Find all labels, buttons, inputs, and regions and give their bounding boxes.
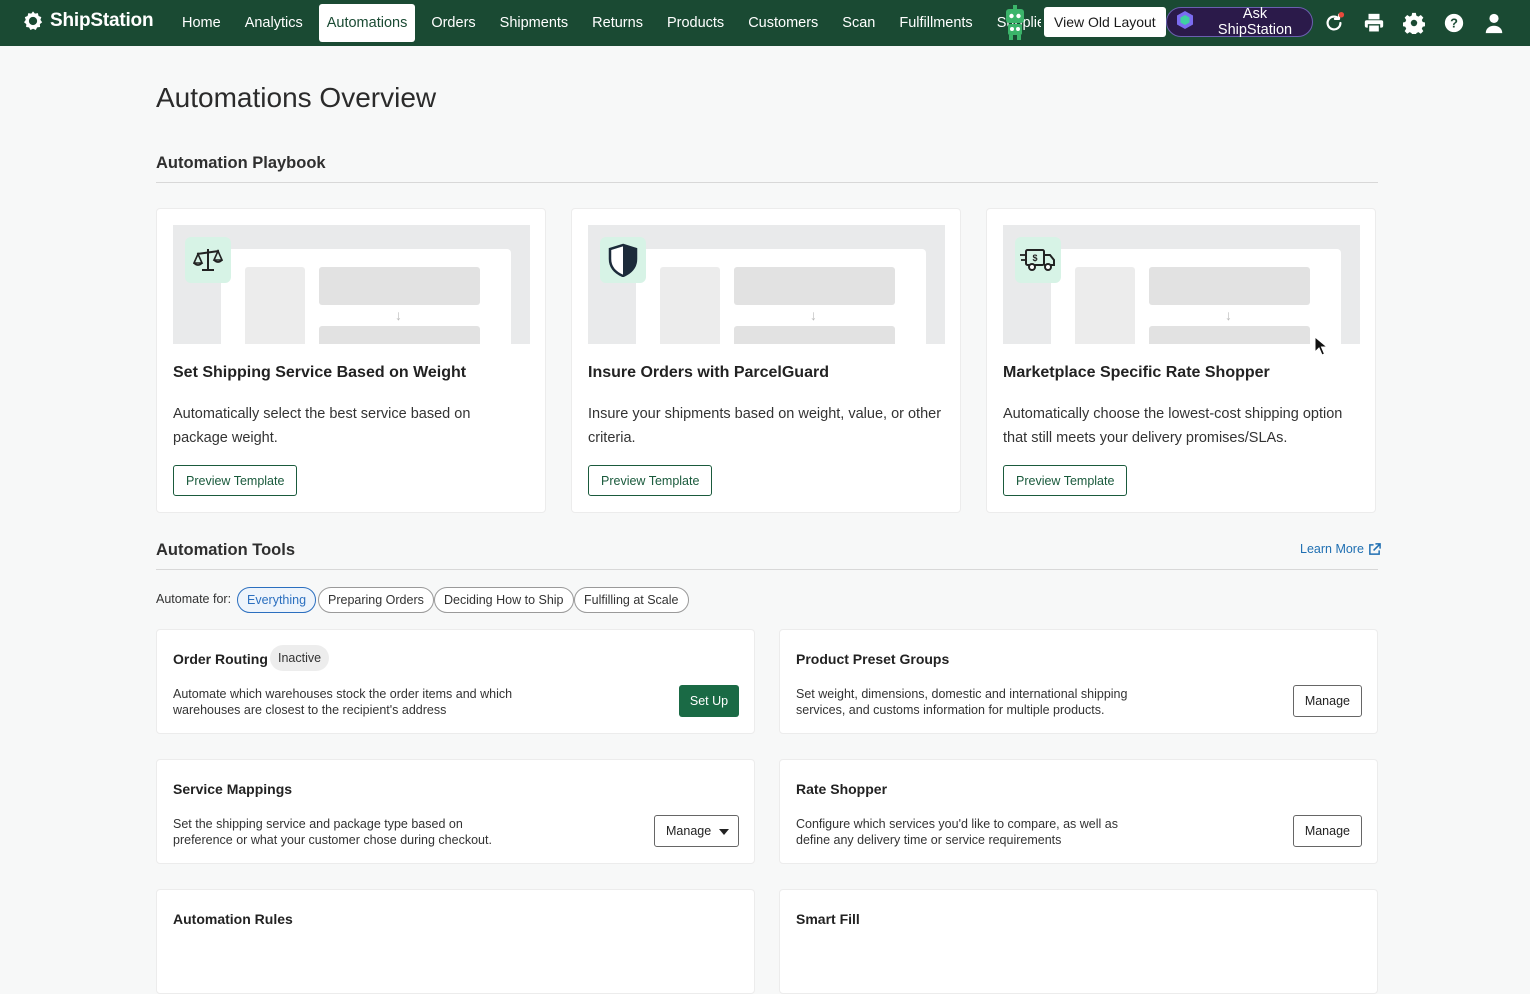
playbook-card-parcelguard: ↓ Insure Orders with ParcelGuard Insure … — [571, 208, 961, 513]
gear-icon[interactable] — [1402, 11, 1426, 35]
nav-customers[interactable]: Customers — [740, 4, 826, 42]
tool-card-description: Automate which warehouses stock the orde… — [173, 687, 513, 717]
nav-home[interactable]: Home — [174, 4, 229, 42]
manage-dropdown-button[interactable]: Manage — [654, 815, 739, 847]
tool-card-service-mappings: Service Mappings Set the shipping servic… — [156, 759, 755, 864]
learn-more-label: Learn More — [1300, 542, 1364, 556]
tool-card-automation-rules: Automation Rules — [156, 889, 755, 994]
nav-scan[interactable]: Scan — [834, 4, 883, 42]
ask-shipstation-label: Ask ShipStation — [1217, 6, 1293, 38]
template-illustration: ↓ — [588, 225, 945, 344]
tool-card-description: Set the shipping service and package typ… — [173, 817, 492, 847]
ask-shipstation-button[interactable]: Ask ShipStation — [1166, 6, 1313, 38]
preview-template-button[interactable]: Preview Template — [588, 465, 713, 496]
nav-products[interactable]: Products — [659, 4, 732, 42]
nav-automations[interactable]: Automations — [318, 4, 416, 42]
status-badge: Inactive — [270, 645, 330, 671]
manage-button[interactable]: Manage — [1292, 685, 1362, 717]
tools-divider — [156, 569, 1378, 570]
filter-deciding-how-to-ship[interactable]: Deciding How to Ship — [434, 587, 574, 613]
playbook-card-title: Set Shipping Service Based on Weight — [173, 364, 467, 381]
tool-card-order-routing: Order Routing Inactive Automate which wa… — [156, 629, 755, 734]
tool-card-product-preset-groups: Product Preset Groups Set weight, dimens… — [779, 629, 1378, 734]
set-up-button[interactable]: Set Up — [679, 685, 739, 717]
help-icon[interactable]: ? — [1442, 11, 1466, 35]
brand-name: ShipStation — [50, 10, 154, 31]
tool-card-title: Smart Fill — [796, 911, 860, 927]
tool-card-title: Rate Shopper — [796, 781, 888, 797]
shield-icon — [600, 237, 646, 283]
gear-logo-icon — [24, 11, 43, 30]
main-nav: Home Analytics Automations Orders Shipme… — [174, 4, 1041, 42]
nav-fulfillments[interactable]: Fulfillments — [891, 4, 980, 42]
tool-card-description: Set weight, dimensions, domestic and int… — [796, 687, 1128, 717]
assistant-robot-icon[interactable] — [1003, 5, 1027, 46]
view-old-layout-button[interactable]: View Old Layout — [1044, 7, 1166, 37]
printer-icon[interactable] — [1362, 11, 1386, 35]
filter-everything[interactable]: Everything — [237, 587, 317, 613]
filter-fulfilling-at-scale[interactable]: Fulfilling at Scale — [574, 587, 689, 613]
preview-template-button[interactable]: Preview Template — [173, 465, 298, 496]
template-illustration: ↓ $ — [1003, 225, 1360, 344]
manage-button[interactable]: Manage — [1292, 815, 1362, 847]
shipstation-logo[interactable]: ShipStation — [22, 10, 154, 32]
tool-card-title: Order Routing — [173, 651, 268, 667]
playbook-card-title: Marketplace Specific Rate Shopper — [1003, 364, 1270, 381]
top-navigation-bar: ShipStation Home Analytics Automations O… — [0, 0, 1530, 46]
nav-analytics[interactable]: Analytics — [237, 4, 311, 42]
svg-text:?: ? — [1450, 16, 1458, 31]
svg-text:$: $ — [1032, 253, 1037, 263]
tools-section-title: Automation Tools — [156, 541, 296, 559]
template-illustration: ↓ — [173, 225, 530, 344]
user-icon[interactable] — [1482, 11, 1506, 35]
preview-template-button[interactable]: Preview Template — [1003, 465, 1128, 496]
nav-orders[interactable]: Orders — [423, 4, 483, 42]
nav-returns[interactable]: Returns — [584, 4, 651, 42]
playbook-section-title: Automation Playbook — [156, 154, 326, 172]
playbook-card-description: Automatically choose the lowest-cost shi… — [1003, 406, 1343, 446]
playbook-card-title: Insure Orders with ParcelGuard — [588, 364, 829, 381]
manage-dropdown-label: Manage — [666, 824, 712, 838]
external-link-icon — [1369, 542, 1381, 555]
playbook-divider — [156, 182, 1378, 183]
tool-card-smart-fill: Smart Fill — [779, 889, 1378, 994]
tool-card-title: Automation Rules — [173, 911, 293, 927]
ai-hexagon-icon — [1175, 10, 1195, 34]
tool-card-title: Service Mappings — [173, 781, 293, 797]
caret-down-icon — [719, 829, 729, 835]
playbook-card-description: Insure your shipments based on weight, v… — [588, 406, 942, 446]
tool-card-title: Product Preset Groups — [796, 651, 950, 667]
automate-for-label: Automate for: — [156, 592, 232, 606]
mouse-cursor-icon — [1314, 335, 1329, 361]
playbook-card-weight: ↓ Set Shipping Service Based on Weight A… — [156, 208, 546, 513]
delivery-truck-icon: $ — [1015, 237, 1061, 283]
scale-icon — [185, 237, 231, 283]
tool-card-rate-shopper: Rate Shopper Configure which services yo… — [779, 759, 1378, 864]
tool-card-description: Configure which services you'd like to c… — [796, 817, 1118, 847]
refresh-icon[interactable] — [1322, 11, 1346, 35]
nav-shipments[interactable]: Shipments — [492, 4, 577, 42]
learn-more-link[interactable]: Learn More — [1300, 542, 1381, 556]
filter-preparing-orders[interactable]: Preparing Orders — [318, 587, 434, 613]
playbook-card-description: Automatically select the best service ba… — [173, 406, 471, 446]
page-title: Automations Overview — [156, 82, 437, 113]
